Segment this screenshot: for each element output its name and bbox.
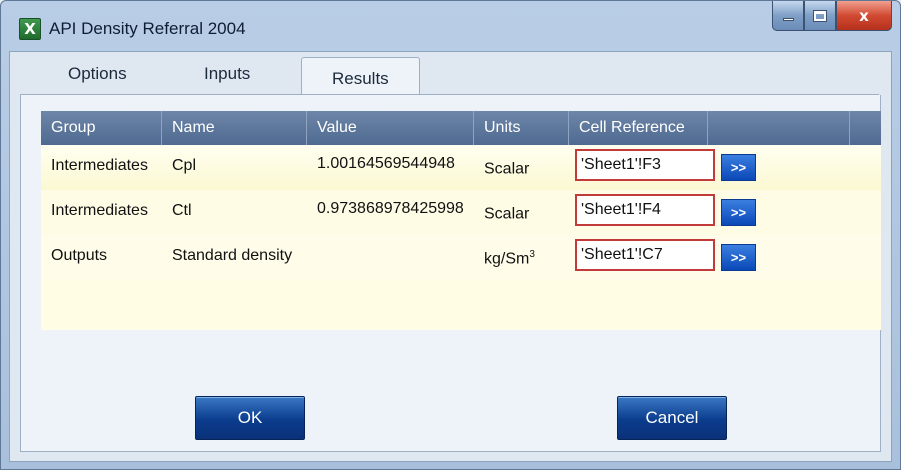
table-row: Intermediates Ctl 0.973868978425998 Scal… bbox=[41, 190, 881, 235]
cell-name: Standard density bbox=[172, 247, 293, 264]
cell-units: kg/Sm3 bbox=[484, 249, 535, 268]
cell-units: Scalar bbox=[484, 159, 529, 178]
cell-value: 1.00164569544948 bbox=[317, 155, 455, 172]
column-header-cell-reference[interactable]: Cell Reference bbox=[569, 111, 708, 145]
excel-icon: X bbox=[19, 18, 41, 40]
select-cell-button[interactable]: >> bbox=[721, 199, 756, 226]
close-button[interactable]: x bbox=[836, 1, 892, 31]
tab-inputs[interactable]: Inputs bbox=[204, 64, 250, 84]
minimize-icon bbox=[782, 18, 794, 21]
cancel-button[interactable]: Cancel bbox=[617, 396, 727, 440]
column-header-group[interactable]: Group bbox=[41, 111, 162, 145]
cell-group: Outputs bbox=[51, 247, 108, 264]
table-row: Outputs Standard density kg/Sm3 >> bbox=[41, 235, 881, 280]
cell-reference-input[interactable] bbox=[575, 194, 715, 226]
cell-units: Scalar bbox=[484, 204, 529, 223]
window-title: API Density Referral 2004 bbox=[49, 19, 246, 38]
units-text: kg/Sm bbox=[484, 250, 530, 268]
window-controls: x bbox=[772, 1, 892, 31]
tab-results[interactable]: Results bbox=[301, 57, 420, 95]
column-header-action bbox=[708, 111, 850, 145]
results-panel: Group Name Value Units Cell Reference In… bbox=[20, 95, 881, 452]
maximize-icon bbox=[813, 9, 827, 22]
ok-button[interactable]: OK bbox=[195, 396, 305, 440]
minimize-button[interactable] bbox=[772, 1, 804, 31]
cell-value: 0.973868978425998 bbox=[317, 200, 464, 217]
select-cell-button[interactable]: >> bbox=[721, 154, 756, 181]
dialog-window: X API Density Referral 2004 x Options In… bbox=[0, 0, 901, 470]
tab-strip: Options Inputs Results bbox=[10, 52, 891, 95]
cell-group: Intermediates bbox=[51, 157, 148, 174]
cell-name: Ctl bbox=[172, 202, 192, 219]
cell-reference-input[interactable] bbox=[575, 149, 715, 181]
cell-group: Intermediates bbox=[51, 202, 148, 219]
table-row: Intermediates Cpl 1.00164569544948 Scala… bbox=[41, 145, 881, 190]
units-text: Scalar bbox=[484, 205, 530, 223]
dialog-body: Options Inputs Results Group Name Value … bbox=[9, 51, 892, 462]
units-text: Scalar bbox=[484, 160, 530, 178]
cell-reference-input[interactable] bbox=[575, 239, 715, 271]
results-table: Group Name Value Units Cell Reference In… bbox=[41, 111, 881, 330]
column-header-value[interactable]: Value bbox=[307, 111, 474, 145]
title-bar[interactable]: X API Density Referral 2004 x bbox=[1, 1, 900, 51]
units-exponent: 3 bbox=[529, 249, 535, 260]
cell-name: Cpl bbox=[172, 157, 197, 174]
table-header: Group Name Value Units Cell Reference bbox=[41, 111, 881, 145]
maximize-button[interactable] bbox=[804, 1, 836, 31]
column-header-name[interactable]: Name bbox=[162, 111, 307, 145]
close-icon: x bbox=[859, 6, 869, 25]
tab-options[interactable]: Options bbox=[68, 64, 127, 84]
select-cell-button[interactable]: >> bbox=[721, 244, 756, 271]
column-header-units[interactable]: Units bbox=[474, 111, 569, 145]
